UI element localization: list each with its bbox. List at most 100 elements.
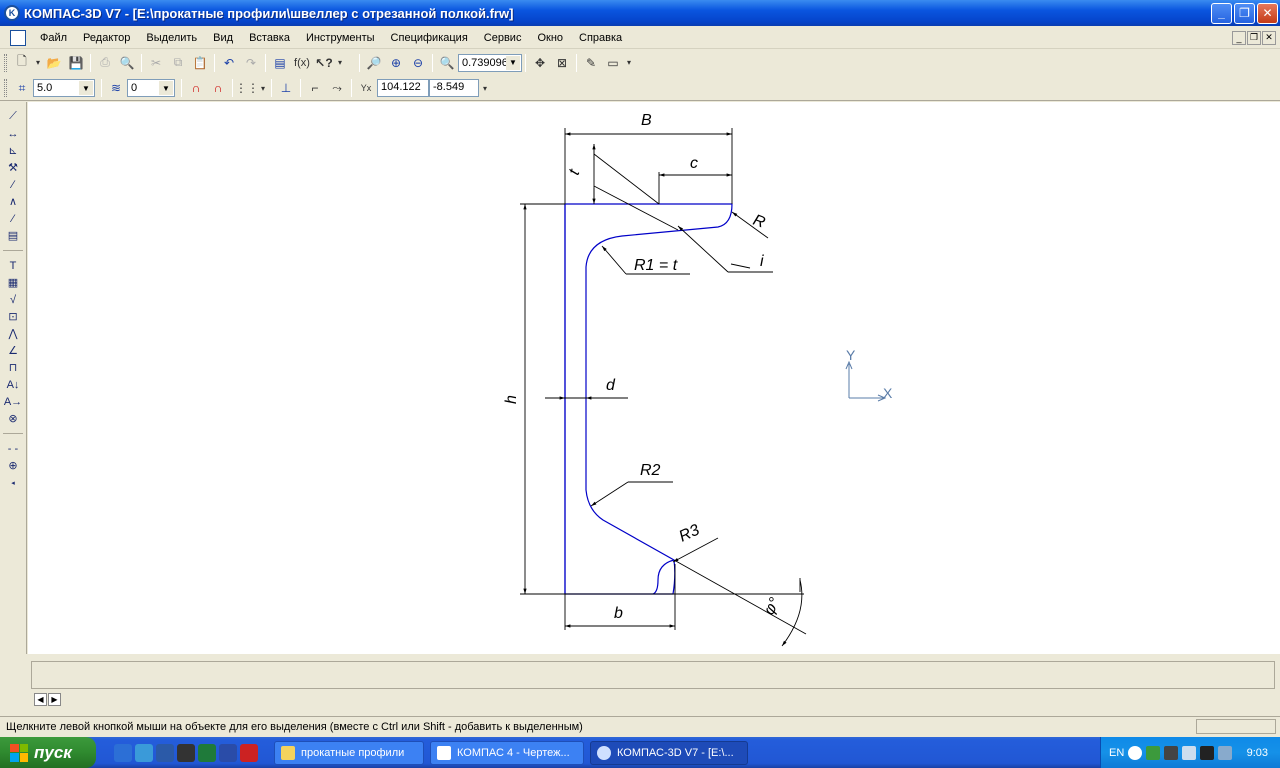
- menu-select[interactable]: Выделить: [138, 30, 205, 46]
- ortho-icon[interactable]: ⌐: [304, 78, 326, 99]
- drawing-svg[interactable]: Y X B c t R R1 = t i d h R2 R3 b φ°: [28, 102, 1280, 654]
- cursor-step-icon[interactable]: ⌗: [11, 78, 33, 99]
- tray-expand-icon[interactable]: [1128, 745, 1143, 760]
- volume-icon[interactable]: [1218, 745, 1233, 760]
- grid-icon[interactable]: ⋮⋮: [235, 78, 259, 99]
- mdi-close-button[interactable]: ✕: [1262, 30, 1276, 45]
- chevron-down-icon[interactable]: ▼: [79, 81, 93, 95]
- menu-view[interactable]: Вид: [205, 30, 241, 46]
- dimensions-icon[interactable]: ↔: [3, 125, 23, 142]
- new-document-icon[interactable]: 🗋: [11, 52, 33, 73]
- app-icon[interactable]: [177, 743, 195, 762]
- table-icon[interactable]: ▦: [3, 274, 23, 291]
- axis-line-icon[interactable]: - -: [3, 440, 23, 457]
- snap-local-icon[interactable]: ∩: [207, 78, 229, 99]
- mdi-minimize-button[interactable]: _: [1232, 30, 1246, 45]
- zoom-fit-icon[interactable]: ⊠: [551, 52, 573, 73]
- properties-pen-icon[interactable]: ✎: [580, 52, 602, 73]
- menu-window[interactable]: Окно: [529, 30, 571, 46]
- language-indicator[interactable]: EN: [1109, 747, 1124, 759]
- snap-magnet-icon[interactable]: ∩: [185, 78, 207, 99]
- print-icon[interactable]: ⎙: [94, 52, 116, 73]
- document-icon[interactable]: [10, 29, 26, 46]
- close-button[interactable]: ✕: [1257, 2, 1278, 24]
- menu-tools[interactable]: Инструменты: [298, 30, 383, 46]
- copy-icon[interactable]: ⧉: [167, 52, 189, 73]
- restore-button[interactable]: ❐: [1234, 2, 1255, 24]
- step-combo[interactable]: 5.0 ▼: [33, 79, 95, 97]
- text-icon[interactable]: T: [3, 257, 23, 274]
- geometry-icon[interactable]: ⟋: [3, 108, 23, 125]
- kompas-icon[interactable]: K: [4, 5, 20, 21]
- panel-dropdown-icon[interactable]: ▾: [624, 52, 634, 73]
- antivirus-icon[interactable]: [1200, 745, 1215, 760]
- scroll-right-icon[interactable]: ▶: [48, 693, 61, 706]
- task-kompas4[interactable]: КОМПАС 4 - Чертеж...: [430, 740, 584, 765]
- start-button[interactable]: пуск: [0, 737, 96, 768]
- menu-service[interactable]: Сервис: [476, 30, 530, 46]
- drawing-canvas[interactable]: Y X B c t R R1 = t i d h R2 R3 b φ°: [28, 102, 1280, 654]
- edit-hammer-icon[interactable]: ⚒: [3, 159, 23, 176]
- panel-icon[interactable]: ▭: [602, 52, 624, 73]
- zoom-combo[interactable]: 0.739096 ▼: [458, 53, 522, 72]
- local-cs-icon[interactable]: ⊥: [275, 78, 297, 99]
- paste-icon[interactable]: 📋: [189, 52, 211, 73]
- roughness-icon[interactable]: √: [3, 291, 23, 308]
- menu-edit[interactable]: Редактор: [75, 30, 138, 46]
- menu-insert[interactable]: Вставка: [241, 30, 298, 46]
- device-icon[interactable]: [1164, 745, 1179, 760]
- menu-specification[interactable]: Спецификация: [383, 30, 476, 46]
- task-kompas3d[interactable]: КОМПАС-3D V7 - [E:\...: [590, 740, 748, 765]
- zoom-in-icon[interactable]: ⊕: [385, 52, 407, 73]
- variables-icon[interactable]: ▤: [269, 52, 291, 73]
- reader-icon[interactable]: [219, 743, 237, 762]
- designations-icon[interactable]: ⊾: [3, 142, 23, 159]
- leader-icon[interactable]: ⋀: [3, 325, 23, 342]
- section-icon[interactable]: A↓: [3, 376, 23, 393]
- zoom-scale-icon[interactable]: 🔍: [436, 52, 458, 73]
- spec-icon[interactable]: ▤: [3, 227, 23, 244]
- print-preview-icon[interactable]: 🔍: [116, 52, 138, 73]
- monitor-icon[interactable]: [1182, 745, 1197, 760]
- coord-x-field[interactable]: 104.122: [377, 79, 429, 97]
- more-icon[interactable]: ◂: [3, 474, 23, 491]
- word-icon[interactable]: [156, 743, 174, 762]
- menu-help[interactable]: Справка: [571, 30, 630, 46]
- parametrization-icon[interactable]: ∕: [3, 176, 23, 193]
- scroll-left-icon[interactable]: ◀: [34, 693, 47, 706]
- outlook-icon[interactable]: [135, 743, 153, 762]
- toolbar-grip[interactable]: [4, 53, 7, 72]
- grid-dropdown-icon[interactable]: ▾: [258, 78, 268, 99]
- mdi-restore-button[interactable]: ❐: [1247, 30, 1261, 45]
- new-dropdown-icon[interactable]: ▾: [33, 52, 43, 73]
- network-icon[interactable]: [1146, 745, 1161, 760]
- help-dropdown-icon[interactable]: ▾: [335, 52, 345, 73]
- position-icon[interactable]: ⊓: [3, 359, 23, 376]
- undo-icon[interactable]: ↶: [218, 52, 240, 73]
- ie-icon[interactable]: [114, 743, 132, 762]
- round-icon[interactable]: ⤳: [326, 78, 348, 99]
- layers-icon[interactable]: ≋: [105, 78, 127, 99]
- save-icon[interactable]: 💾: [65, 52, 87, 73]
- redo-icon[interactable]: ↷: [240, 52, 262, 73]
- media-icon[interactable]: [240, 743, 258, 762]
- layer-combo[interactable]: 0 ▼: [127, 79, 175, 97]
- measure-icon[interactable]: ∧: [3, 193, 23, 210]
- coord-y-field[interactable]: -8.549: [429, 79, 479, 97]
- minimize-button[interactable]: _: [1211, 2, 1232, 24]
- zoom-out-icon[interactable]: ⊖: [407, 52, 429, 73]
- chevron-down-icon[interactable]: ▼: [506, 55, 520, 70]
- view-arrow-icon[interactable]: A→: [3, 393, 23, 410]
- toolbar-grip[interactable]: [4, 79, 7, 97]
- select-icon[interactable]: ⁄: [3, 210, 23, 227]
- center-mark-icon[interactable]: ⊕: [3, 457, 23, 474]
- coords-dropdown-icon[interactable]: ▾: [479, 78, 491, 99]
- base-icon[interactable]: ⊡: [3, 308, 23, 325]
- pan-icon[interactable]: ✥: [529, 52, 551, 73]
- menu-file[interactable]: Файл: [32, 30, 75, 46]
- function-icon[interactable]: f(x): [291, 52, 313, 73]
- cut-icon[interactable]: ✂: [145, 52, 167, 73]
- task-folder[interactable]: прокатные профили: [274, 740, 424, 765]
- breakout-icon[interactable]: ⊗: [3, 410, 23, 427]
- excel-icon[interactable]: [198, 743, 216, 762]
